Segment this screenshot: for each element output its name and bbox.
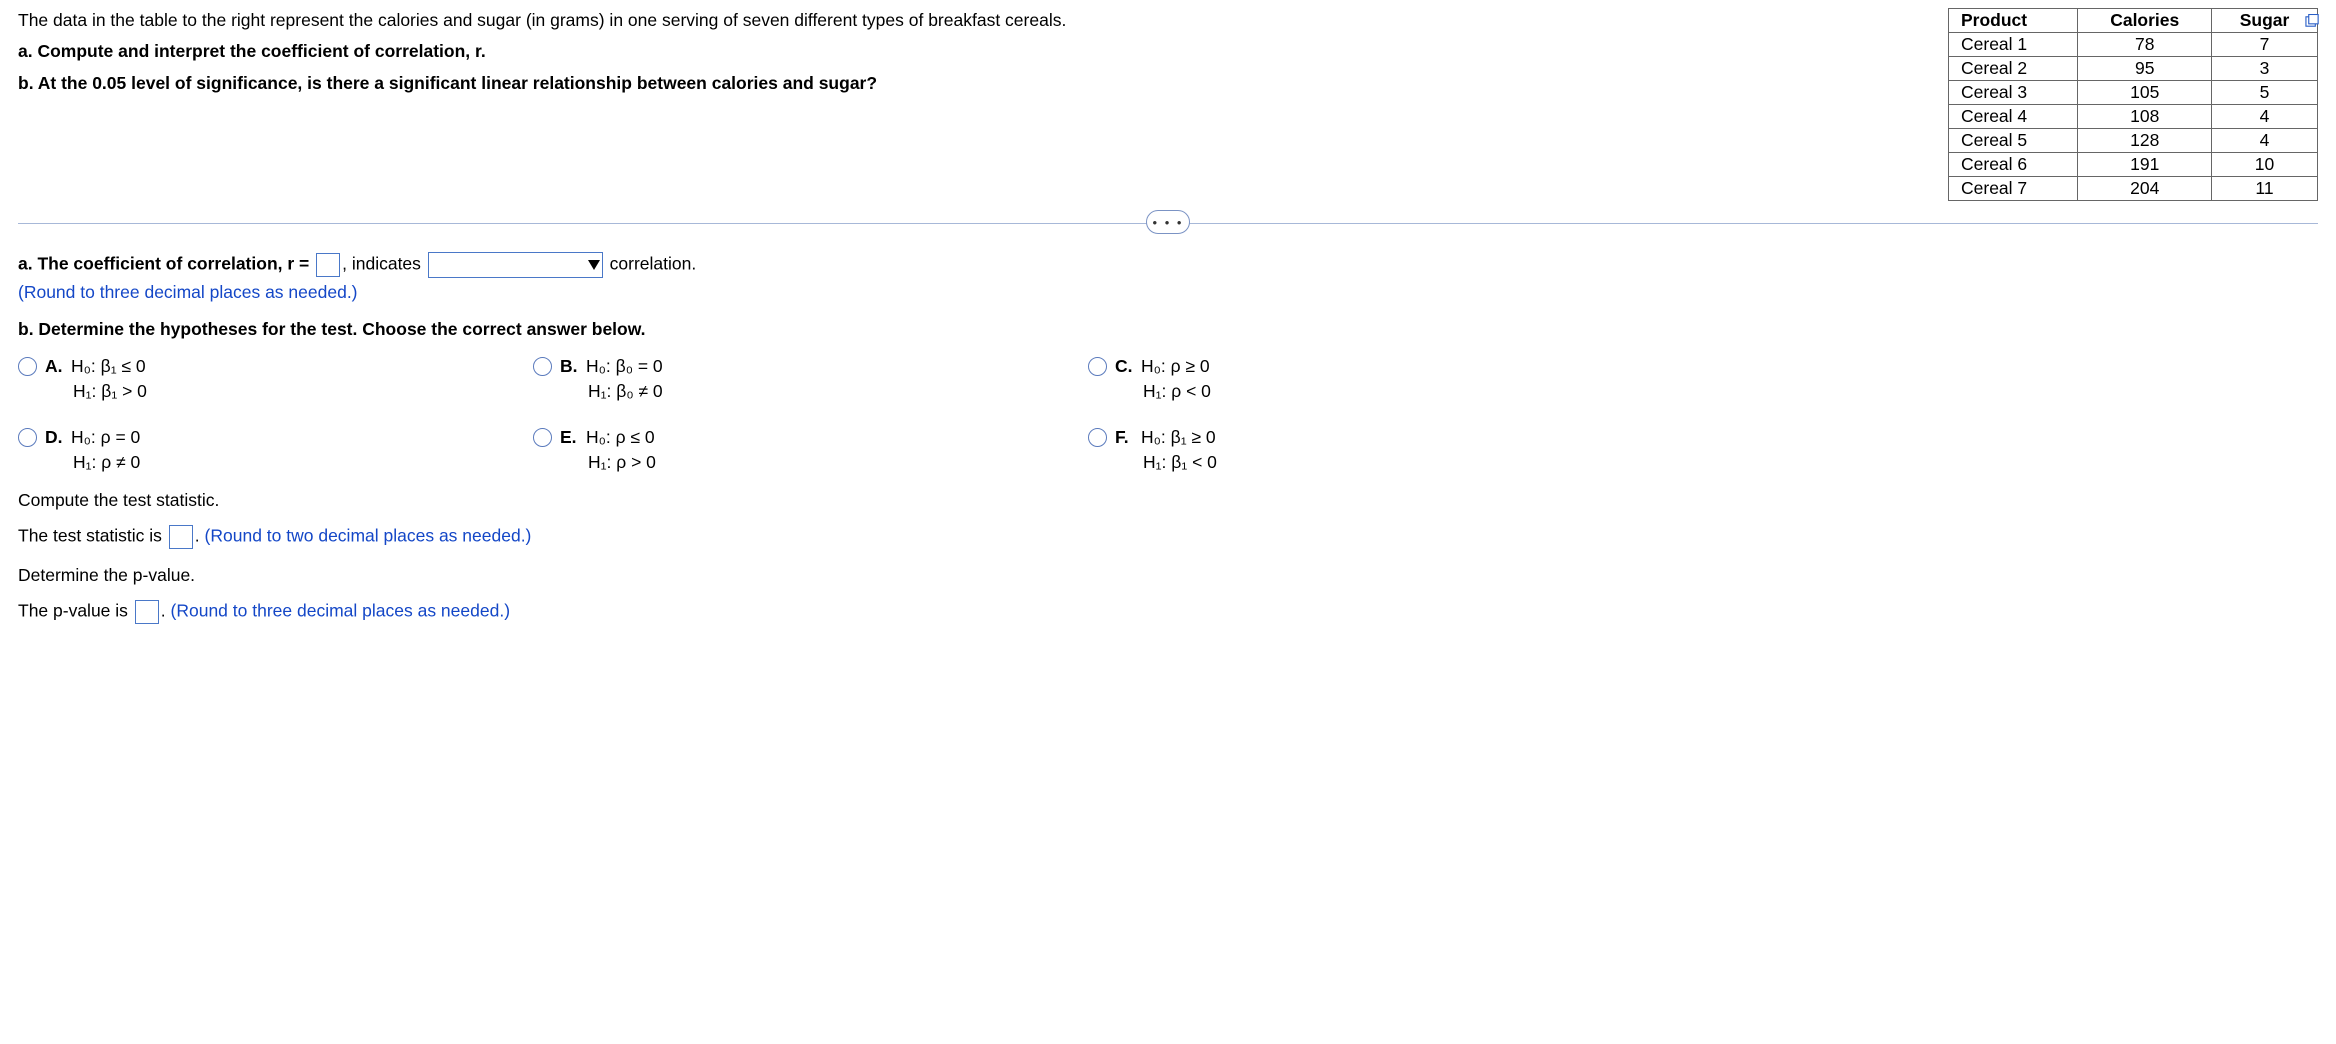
cell-calories: 95 (2078, 57, 2212, 81)
chevron-down-icon (588, 260, 600, 270)
cell-product: Cereal 3 (1949, 81, 2078, 105)
cell-product: Cereal 6 (1949, 153, 2078, 177)
cell-calories: 105 (2078, 81, 2212, 105)
choice-C: C. H₀: ρ ≥ 0 H₁: ρ < 0 (1088, 354, 2318, 403)
round-note-pvalue: (Round to three decimal places as needed… (171, 601, 511, 621)
choice-h0: H₀: β₁ ≤ 0 (71, 356, 146, 376)
table-row: Cereal 41084 (1949, 105, 2318, 129)
tstat-lead: The test statistic is (18, 526, 167, 546)
cell-calories: 108 (2078, 105, 2212, 129)
cell-sugar: 4 (2212, 129, 2318, 153)
radio-B[interactable] (533, 357, 552, 376)
pvalue-tail: . (161, 601, 171, 621)
cell-sugar: 5 (2212, 81, 2318, 105)
pvalue-lead: The p-value is (18, 601, 133, 621)
table-row: Cereal 720411 (1949, 177, 2318, 201)
choice-h1: H₁: β₁ < 0 (1143, 452, 1217, 472)
choice-letter: C. (1115, 354, 1135, 379)
choice-h1: H₁: β₀ ≠ 0 (588, 381, 663, 401)
choice-h0: H₀: β₁ ≥ 0 (1141, 427, 1216, 447)
r-value-input[interactable] (316, 253, 340, 277)
col-sugar: Sugar (2212, 9, 2318, 33)
intro-paragraph: The data in the table to the right repre… (18, 8, 1908, 33)
radio-C[interactable] (1088, 357, 1107, 376)
table-row: Cereal 619110 (1949, 153, 2318, 177)
choice-h1: H₁: ρ ≠ 0 (73, 452, 140, 472)
choice-h1: H₁: ρ > 0 (588, 452, 656, 472)
choice-D: D. H₀: ρ = 0 H₁: ρ ≠ 0 (18, 425, 533, 474)
part-a-prompt: a. Compute and interpret the coefficient… (18, 41, 486, 61)
choice-letter: D. (45, 425, 65, 450)
tstat-title: Compute the test statistic. (18, 490, 2318, 511)
choice-letter: A. (45, 354, 65, 379)
popout-icon[interactable] (2305, 14, 2320, 27)
choice-A: A. H₀: β₁ ≤ 0 H₁: β₁ > 0 (18, 354, 533, 403)
choice-h1: H₁: β₁ > 0 (73, 381, 147, 401)
cell-product: Cereal 7 (1949, 177, 2078, 201)
choice-h0: H₀: ρ = 0 (71, 427, 140, 447)
cell-sugar: 11 (2212, 177, 2318, 201)
radio-F[interactable] (1088, 428, 1107, 447)
part-a-mid: , indicates (342, 254, 421, 274)
table-row: Cereal 51284 (1949, 129, 2318, 153)
cell-sugar: 7 (2212, 33, 2318, 57)
part-a-lead: a. The coefficient of correlation, r = (18, 254, 309, 274)
radio-A[interactable] (18, 357, 37, 376)
radio-E[interactable] (533, 428, 552, 447)
choice-letter: E. (560, 425, 580, 450)
cell-sugar: 10 (2212, 153, 2318, 177)
round-note-a: (Round to three decimal places as needed… (18, 282, 2318, 303)
cell-sugar: 4 (2212, 105, 2318, 129)
hypothesis-choices: A. H₀: β₁ ≤ 0 H₁: β₁ > 0 B. H₀: β₀ = 0 H₁: β… (18, 354, 2318, 474)
choice-h0: H₀: ρ ≥ 0 (1141, 356, 1210, 376)
cell-calories: 78 (2078, 33, 2212, 57)
table-row: Cereal 31055 (1949, 81, 2318, 105)
cell-calories: 191 (2078, 153, 2212, 177)
cell-sugar: 3 (2212, 57, 2318, 81)
choice-B: B. H₀: β₀ = 0 H₁: β₀ ≠ 0 (533, 354, 1088, 403)
cell-product: Cereal 2 (1949, 57, 2078, 81)
cell-calories: 128 (2078, 129, 2212, 153)
tstat-tail: . (195, 526, 205, 546)
part-b-prompt: b. At the 0.05 level of significance, is… (18, 73, 877, 93)
choice-h0: H₀: ρ ≤ 0 (586, 427, 655, 447)
pvalue-input[interactable] (135, 600, 159, 624)
choice-F: F. H₀: β₁ ≥ 0 H₁: β₁ < 0 (1088, 425, 2318, 474)
radio-D[interactable] (18, 428, 37, 447)
data-table: Product Calories Sugar Cereal 1787 Cerea… (1948, 8, 2318, 201)
cell-product: Cereal 4 (1949, 105, 2078, 129)
choice-letter: B. (560, 354, 580, 379)
choice-h0: H₀: β₀ = 0 (586, 356, 663, 376)
cell-product: Cereal 5 (1949, 129, 2078, 153)
col-product: Product (1949, 9, 2078, 33)
choice-E: E. H₀: ρ ≤ 0 H₁: ρ > 0 (533, 425, 1088, 474)
choice-letter: F. (1115, 425, 1135, 450)
choice-h1: H₁: ρ < 0 (1143, 381, 1211, 401)
tstat-input[interactable] (169, 525, 193, 549)
cell-calories: 204 (2078, 177, 2212, 201)
part-a-tail: correlation. (605, 254, 696, 274)
part-b-instructions: b. Determine the hypotheses for the test… (18, 319, 646, 339)
col-calories: Calories (2078, 9, 2212, 33)
part-a-answer-line: a. The coefficient of correlation, r = ,… (18, 252, 2318, 303)
table-row: Cereal 1787 (1949, 33, 2318, 57)
table-row: Cereal 2953 (1949, 57, 2318, 81)
cell-product: Cereal 1 (1949, 33, 2078, 57)
more-button[interactable]: • • • (1146, 210, 1190, 234)
correlation-dropdown[interactable] (428, 252, 603, 278)
pvalue-title: Determine the p-value. (18, 565, 2318, 586)
round-note-tstat: (Round to two decimal places as needed.) (205, 526, 532, 546)
